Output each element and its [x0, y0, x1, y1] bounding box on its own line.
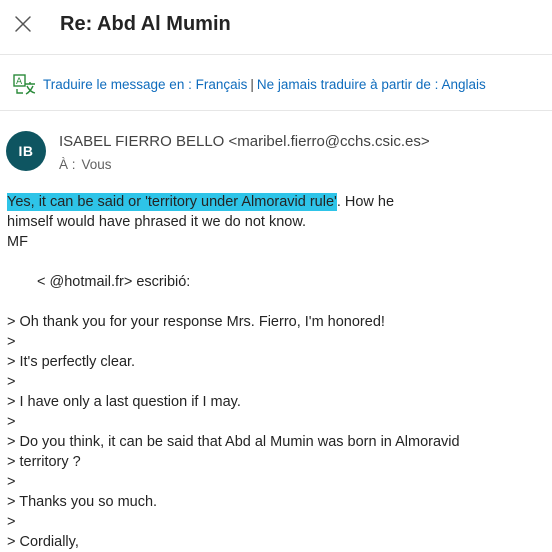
- translate-icon: A: [13, 74, 36, 95]
- highlighted-text: Yes, it can be said or 'territory under …: [7, 193, 337, 211]
- quoted-line: > Do you think, it can be said that Abd …: [7, 434, 460, 450]
- svg-text:A: A: [16, 77, 23, 87]
- quoted-line: >: [7, 374, 16, 390]
- close-button[interactable]: [11, 12, 35, 36]
- quoted-message: > Oh thank you for your response Mrs. Fi…: [7, 312, 537, 552]
- reply-text: . How he: [336, 194, 395, 210]
- quoted-line: > It's perfectly clear.: [7, 354, 136, 370]
- translate-options: Traduire le message en : Français | Ne jam…: [43, 77, 486, 92]
- message-header: Re: Abd Al Mumin: [0, 0, 552, 55]
- never-translate-link[interactable]: Ne jamais traduire à partir de : Anglais: [257, 77, 486, 92]
- close-icon[interactable]: [11, 12, 35, 36]
- translate-separator: |: [250, 77, 254, 92]
- message-body: Yes, it can be said or 'territory under …: [7, 192, 537, 552]
- quoted-line: > territory ?: [7, 454, 81, 470]
- quoted-line: >: [7, 474, 16, 490]
- reply-line-1: Yes, it can be said or 'territory under …: [7, 192, 537, 212]
- quoted-line: > I have only a last question if I may.: [7, 394, 241, 410]
- quoted-line: > Oh thank you for your response Mrs. Fi…: [7, 314, 385, 330]
- quoted-line: >: [7, 414, 16, 430]
- translate-message-link[interactable]: Traduire le message en : Français: [43, 77, 247, 92]
- quoted-line: >: [7, 334, 16, 350]
- to-label: À :: [59, 157, 76, 172]
- quoted-line: > Thanks you so much.: [7, 494, 158, 510]
- recipient-name[interactable]: Vous: [82, 157, 112, 172]
- sender-address[interactable]: ISABEL FIERRO BELLO <maribel.fierro@cchs…: [59, 133, 430, 150]
- quoted-line: >: [7, 514, 16, 530]
- quoted-line: > Cordially,: [7, 534, 79, 550]
- quote-attribution: < @hotmail.fr> escribió:: [37, 274, 191, 290]
- reply-line-2: himself would have phrased it we do not …: [7, 214, 307, 230]
- recipient-line: À : Vous: [59, 157, 112, 172]
- signature: MF: [7, 234, 28, 250]
- message-subject: Re: Abd Al Mumin: [60, 13, 231, 35]
- avatar[interactable]: IB: [6, 131, 46, 171]
